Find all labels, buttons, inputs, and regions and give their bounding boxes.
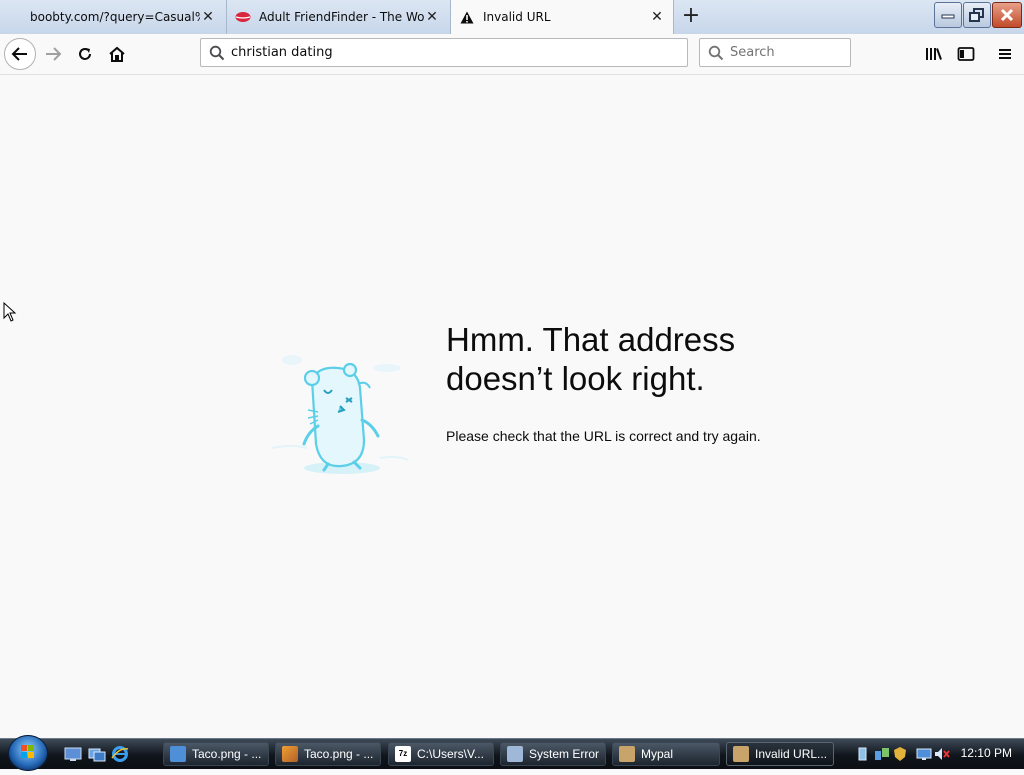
taskbar-item-label: Mypal bbox=[641, 747, 674, 761]
taskbar-item-taco-viewer[interactable]: Taco.png - ... bbox=[163, 742, 269, 766]
search-icon bbox=[209, 45, 225, 60]
warning-icon bbox=[459, 9, 475, 25]
forward-button[interactable] bbox=[38, 39, 68, 69]
minimize-button[interactable] bbox=[934, 2, 962, 28]
arrow-left-icon bbox=[11, 47, 27, 61]
taskbar-item-invalid-url[interactable]: Invalid URL... bbox=[726, 742, 834, 766]
search-icon bbox=[708, 45, 724, 60]
mypal-icon bbox=[619, 746, 635, 762]
error-title-line-2: doesn’t look right. bbox=[446, 360, 705, 397]
close-icon[interactable]: ✕ bbox=[649, 9, 665, 25]
library-button[interactable] bbox=[919, 39, 949, 69]
taskbar-item-system-error[interactable]: System Error bbox=[500, 742, 606, 766]
tab-title: Adult FriendFinder - The World bbox=[259, 10, 424, 24]
hamburger-menu-icon bbox=[999, 49, 1011, 59]
image-viewer-icon bbox=[170, 746, 186, 762]
taskbar-item-label: Taco.png - ... bbox=[192, 747, 262, 761]
taskbar-item-label: System Error bbox=[529, 747, 600, 761]
lips-icon bbox=[235, 9, 251, 25]
confused-hamster-icon bbox=[271, 355, 409, 474]
close-icon bbox=[1000, 8, 1014, 22]
tab-title: Invalid URL bbox=[483, 10, 551, 24]
home-button[interactable] bbox=[102, 39, 132, 69]
error-title-line-1: Hmm. That address bbox=[446, 321, 736, 358]
menu-button[interactable] bbox=[990, 39, 1020, 69]
close-icon[interactable]: ✕ bbox=[424, 9, 440, 25]
switch-windows-icon[interactable] bbox=[88, 745, 106, 763]
library-icon bbox=[926, 48, 942, 60]
search-bar[interactable]: Search bbox=[699, 38, 851, 67]
volume-muted-icon[interactable] bbox=[934, 746, 950, 762]
tab-strip: boobty.com/?query=Casual%2 ✕ Adult Frien… bbox=[0, 0, 1024, 34]
display-icon[interactable] bbox=[916, 746, 932, 762]
search-input[interactable]: Search bbox=[730, 45, 775, 60]
url-input[interactable]: christian dating bbox=[231, 45, 333, 60]
internet-explorer-icon[interactable] bbox=[111, 745, 129, 763]
error-title: Hmm. That address doesn’t look right. bbox=[446, 320, 806, 398]
error-description: Please check that the URL is correct and… bbox=[446, 428, 761, 444]
minimize-icon bbox=[941, 14, 955, 19]
close-window-button[interactable] bbox=[992, 2, 1022, 28]
device-icon[interactable] bbox=[856, 746, 872, 762]
paint-icon bbox=[282, 746, 298, 762]
restore-icon bbox=[969, 8, 984, 22]
tab-title: boobty.com/?query=Casual%2 bbox=[30, 10, 200, 24]
start-button[interactable] bbox=[8, 735, 48, 771]
url-bar[interactable]: christian dating bbox=[200, 38, 688, 67]
tab-adult-friendfinder[interactable]: Adult FriendFinder - The World ✕ bbox=[226, 0, 448, 34]
arrow-right-icon bbox=[46, 47, 62, 61]
tab-invalid-url[interactable]: Invalid URL ✕ bbox=[450, 0, 674, 34]
system-tray: 12:10 PM bbox=[842, 739, 1024, 769]
mouse-cursor-icon bbox=[3, 301, 17, 326]
7zip-icon: 7z bbox=[395, 746, 411, 762]
new-tab-button[interactable]: + bbox=[680, 5, 702, 27]
window-controls bbox=[934, 2, 1022, 28]
security-icon[interactable] bbox=[892, 746, 908, 762]
mypal-icon bbox=[733, 746, 749, 762]
reload-button[interactable] bbox=[70, 39, 100, 69]
sidebar-button[interactable] bbox=[951, 39, 981, 69]
sidebar-icon bbox=[957, 47, 975, 61]
tab-boobty[interactable]: boobty.com/?query=Casual%2 ✕ bbox=[0, 0, 224, 34]
network-icon[interactable] bbox=[874, 746, 890, 762]
windows-logo-icon bbox=[21, 745, 34, 758]
taskbar-item-mypal[interactable]: Mypal bbox=[612, 742, 720, 766]
taskbar-item-7zip[interactable]: 7z C:\Users\V... bbox=[388, 742, 494, 766]
taskbar-item-label: Taco.png - ... bbox=[304, 747, 374, 761]
taskbar-item-label: C:\Users\V... bbox=[417, 747, 484, 761]
navigation-toolbar: christian dating Search bbox=[0, 34, 1024, 75]
taskbar-item-label: Invalid URL... bbox=[755, 747, 828, 761]
taskbar: Taco.png - ... Taco.png - ... 7z C:\User… bbox=[0, 735, 1024, 771]
reload-icon bbox=[79, 48, 91, 60]
home-icon bbox=[109, 46, 125, 62]
error-illustration bbox=[262, 340, 412, 490]
restore-button[interactable] bbox=[963, 2, 991, 28]
close-icon[interactable]: ✕ bbox=[200, 9, 216, 25]
taskbar-item-taco-paint[interactable]: Taco.png - ... bbox=[275, 742, 381, 766]
clock[interactable]: 12:10 PM bbox=[961, 746, 1012, 760]
back-button[interactable] bbox=[4, 38, 36, 70]
show-desktop-icon[interactable] bbox=[64, 745, 82, 763]
system-error-icon bbox=[507, 746, 523, 762]
